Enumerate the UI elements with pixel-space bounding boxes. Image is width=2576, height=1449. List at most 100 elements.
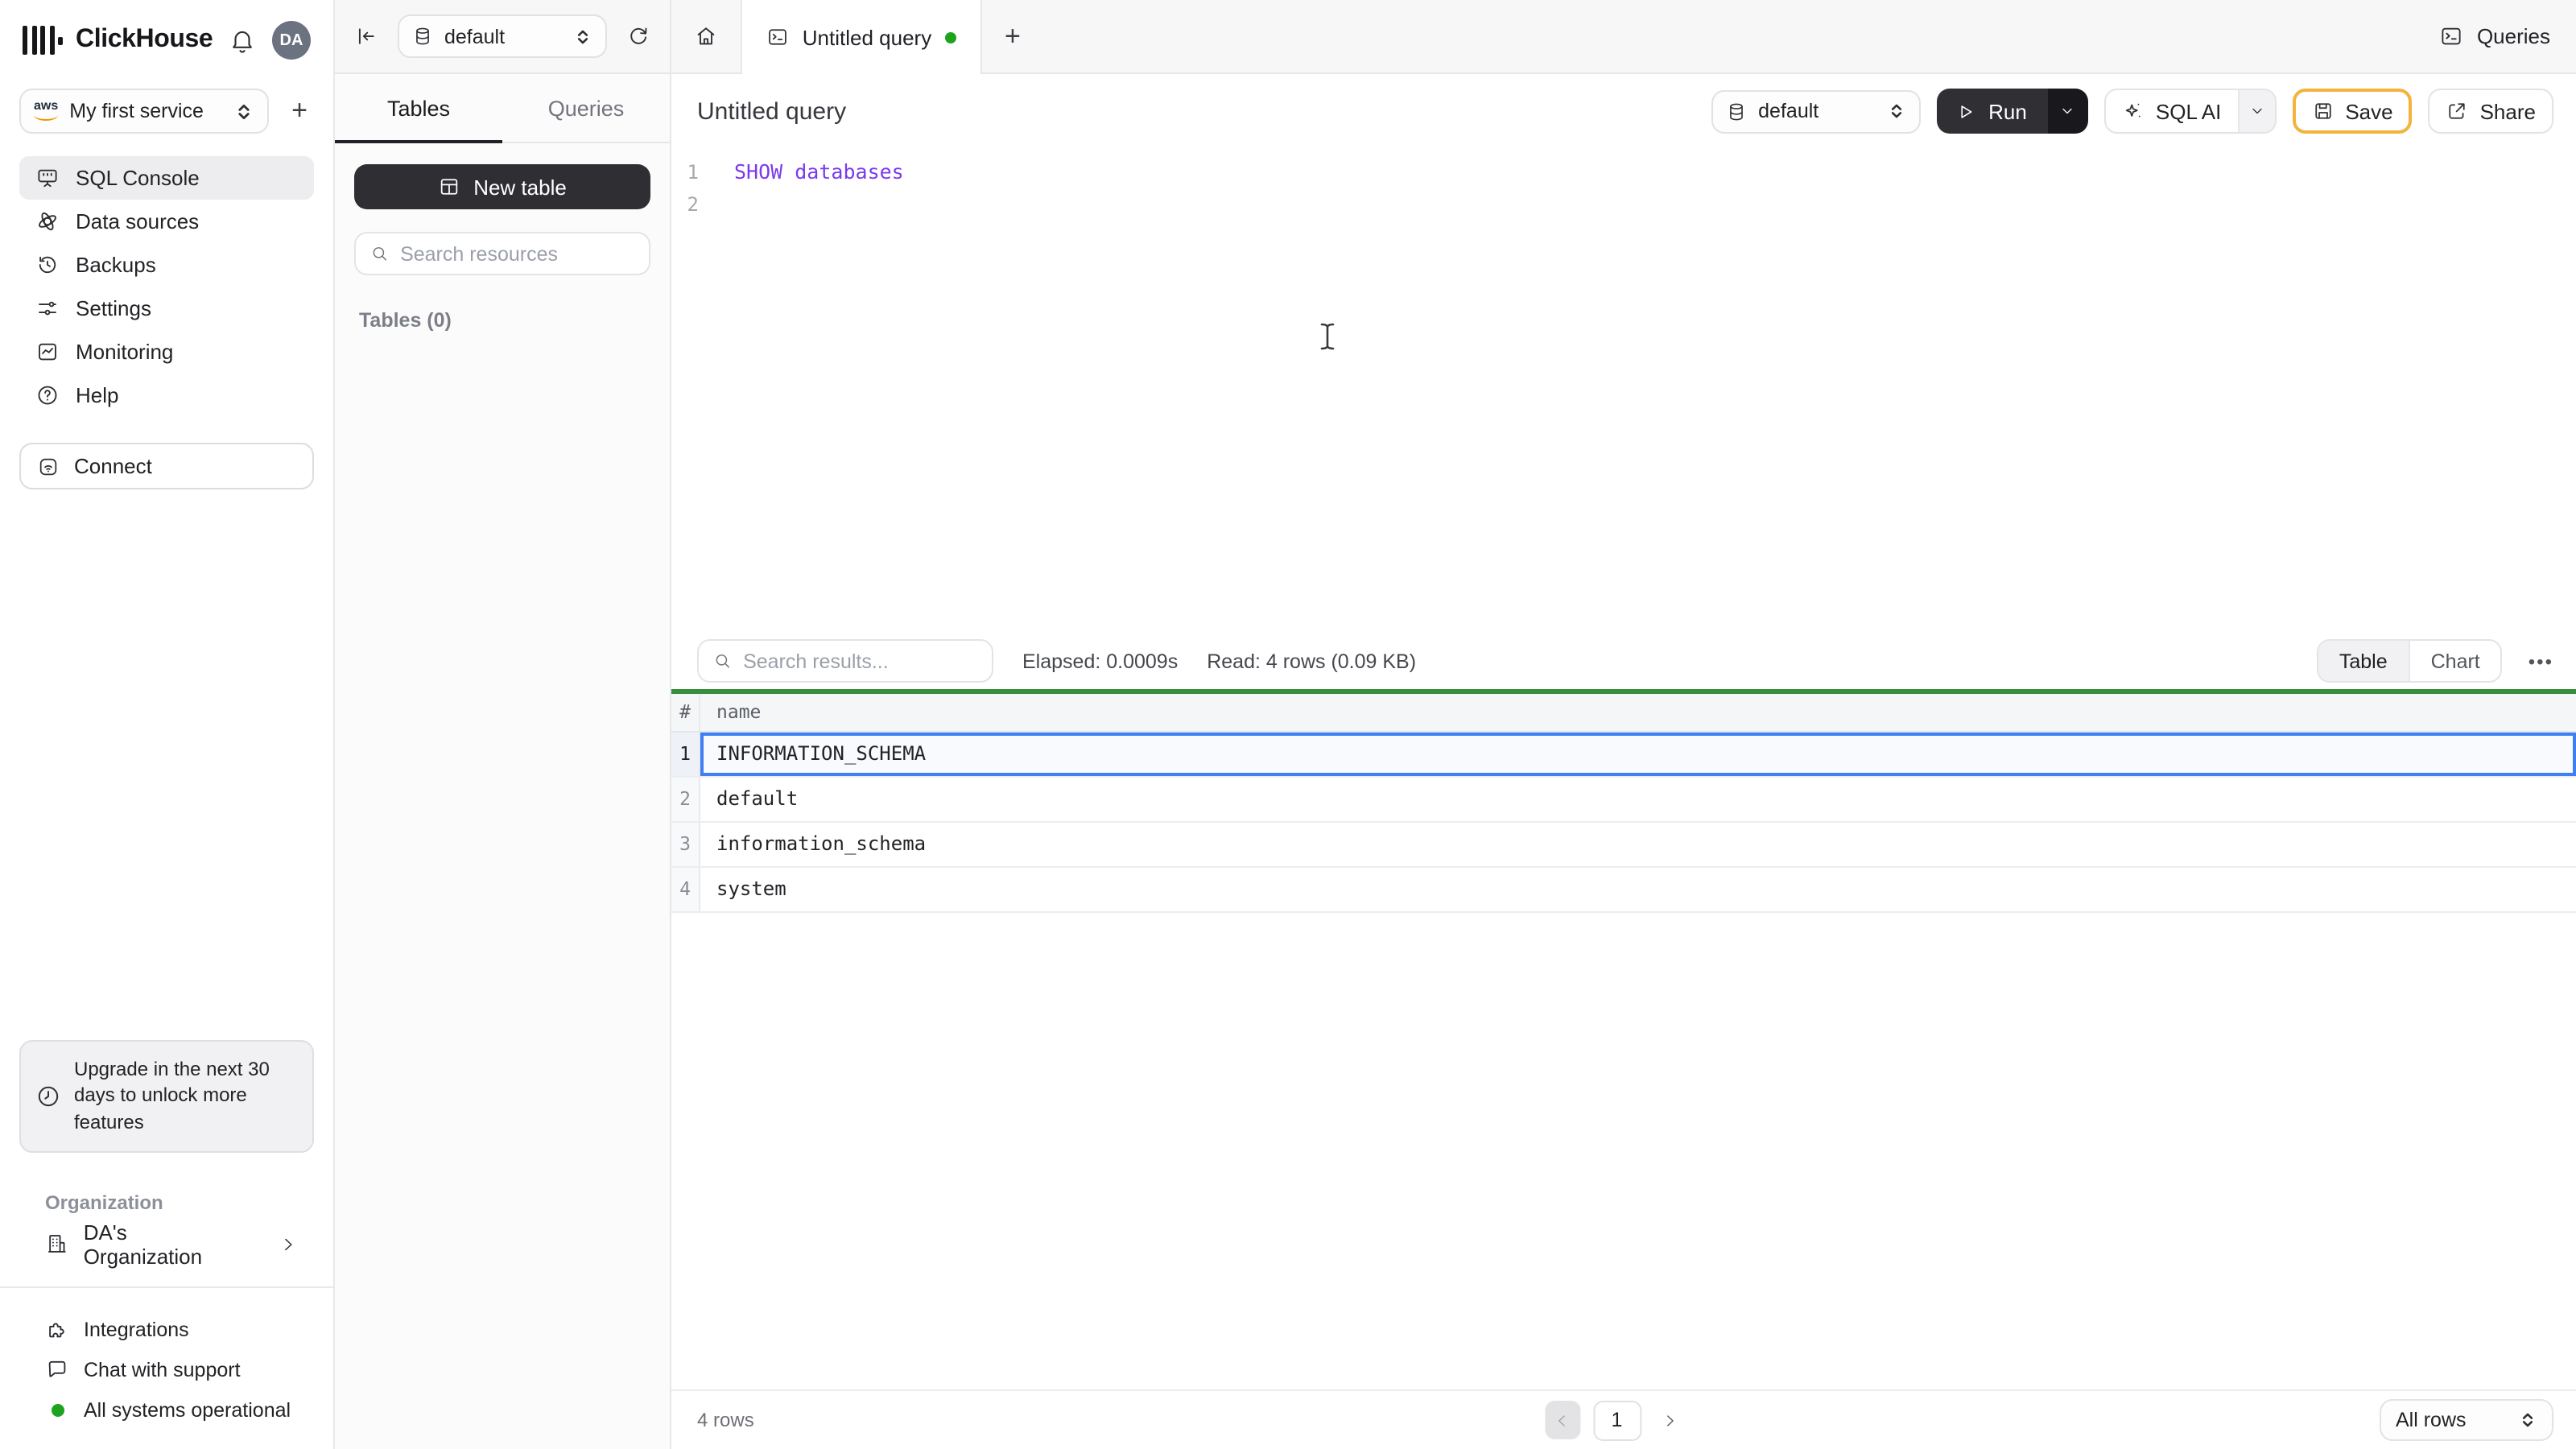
results-table: # name 1 INFORMATION_SCHEMA 2 default 3 … bbox=[671, 693, 2576, 912]
chevron-right-icon bbox=[285, 1237, 292, 1250]
cell-name-value[interactable]: information_schema bbox=[700, 822, 2576, 865]
home-button[interactable] bbox=[671, 24, 741, 48]
sidebar-item-help[interactable]: Help bbox=[19, 374, 314, 417]
next-page-button[interactable] bbox=[1653, 1401, 1686, 1439]
unsaved-changes-dot-icon bbox=[944, 31, 956, 43]
sidebar-item-sql-console[interactable]: SQL Console bbox=[19, 156, 314, 200]
chevron-updown-icon bbox=[2522, 1413, 2533, 1427]
results-search[interactable] bbox=[697, 639, 993, 683]
search-icon bbox=[716, 654, 729, 668]
new-query-tab-button[interactable]: + bbox=[1005, 20, 1021, 52]
table-row[interactable]: 1 INFORMATION_SCHEMA bbox=[671, 732, 2576, 777]
brand-title: ClickHouse bbox=[76, 26, 213, 53]
column-header-name[interactable]: name bbox=[700, 700, 2576, 723]
sql-ai-split-button: SQL AI bbox=[2103, 89, 2277, 134]
connect-button[interactable]: Connect bbox=[19, 443, 314, 489]
queries-button[interactable]: Queries bbox=[2440, 24, 2550, 48]
sql-editor[interactable]: 1 SHOW databases 2 bbox=[671, 148, 2576, 634]
chevron-updown-icon bbox=[1892, 104, 1902, 118]
page-size-selector[interactable]: All rows bbox=[2380, 1399, 2553, 1441]
resource-search-input[interactable] bbox=[400, 242, 634, 265]
database-icon bbox=[1730, 102, 1744, 120]
play-icon bbox=[1961, 105, 1972, 118]
status-green-dot-icon bbox=[51, 1403, 64, 1416]
chat-support-link[interactable]: Chat with support bbox=[0, 1349, 333, 1389]
chevron-left-icon bbox=[1558, 1414, 1565, 1426]
sql-code-line: SHOW databases bbox=[734, 159, 904, 184]
results-view-toggle: Table Chart bbox=[2316, 639, 2503, 683]
explorer-topbar: default bbox=[335, 0, 670, 74]
chat-bubble-icon bbox=[48, 1360, 66, 1377]
notifications-bell-icon[interactable] bbox=[229, 27, 256, 54]
connect-icon bbox=[39, 457, 57, 475]
current-page-button[interactable]: 1 bbox=[1592, 1400, 1641, 1440]
main-area: Untitled query + Queries Untitled query bbox=[671, 0, 2576, 1449]
refresh-button[interactable] bbox=[626, 24, 650, 48]
organization-building-icon bbox=[48, 1235, 66, 1253]
share-button[interactable]: Share bbox=[2428, 89, 2553, 134]
query-editor-header: Untitled query default Run SQL AI Save S… bbox=[671, 74, 2576, 148]
puzzle-icon bbox=[49, 1323, 64, 1338]
system-status[interactable]: All systems operational bbox=[0, 1389, 333, 1430]
prev-page-button[interactable] bbox=[1544, 1401, 1580, 1439]
results-search-input[interactable] bbox=[743, 650, 977, 672]
explorer-panel: default Tables Queries New table Search … bbox=[335, 0, 671, 1449]
table-row[interactable]: 4 system bbox=[671, 867, 2576, 912]
resource-search[interactable] bbox=[354, 232, 650, 275]
database-selector[interactable]: default bbox=[398, 14, 607, 58]
sidebar-item-monitoring[interactable]: Monitoring bbox=[19, 330, 314, 374]
query-title[interactable]: Untitled query bbox=[697, 97, 1711, 125]
cell-name-value[interactable]: INFORMATION_SCHEMA bbox=[700, 732, 2576, 775]
table-row[interactable]: 3 information_schema bbox=[671, 822, 2576, 867]
sql-ai-options-button[interactable] bbox=[2237, 90, 2275, 132]
chevron-down-icon bbox=[2063, 108, 2073, 114]
read-stat: Read: 4 rows (0.09 KB) bbox=[1207, 650, 1417, 672]
sidebar-item-data-sources[interactable]: Data sources bbox=[19, 200, 314, 243]
upgrade-notice[interactable]: Upgrade in the next 30 days to unlock mo… bbox=[19, 1039, 314, 1153]
active-query-tab[interactable]: Untitled query bbox=[741, 0, 982, 74]
new-table-button[interactable]: New table bbox=[354, 164, 650, 209]
results-table-header: # name bbox=[671, 693, 2576, 732]
terminal-icon bbox=[2442, 27, 2462, 45]
view-chart-option[interactable]: Chart bbox=[2410, 641, 2501, 681]
run-button[interactable]: Run bbox=[1937, 89, 2048, 134]
chevron-updown-icon bbox=[577, 29, 588, 43]
tab-queries[interactable]: Queries bbox=[502, 74, 670, 142]
sql-ai-button[interactable]: SQL AI bbox=[2106, 99, 2237, 123]
save-button[interactable]: Save bbox=[2292, 89, 2413, 134]
share-external-icon bbox=[2449, 103, 2466, 119]
cell-name-value[interactable]: system bbox=[700, 867, 2576, 910]
chevron-right-icon bbox=[1667, 1414, 1674, 1426]
chevron-down-icon bbox=[2252, 108, 2261, 114]
tab-tables[interactable]: Tables bbox=[335, 74, 502, 143]
results-more-button[interactable]: ••• bbox=[2529, 650, 2553, 672]
table-row[interactable]: 2 default bbox=[671, 777, 2576, 822]
line-number: 1 bbox=[687, 161, 699, 184]
save-floppy-icon bbox=[2314, 103, 2330, 119]
user-avatar[interactable]: DA bbox=[272, 21, 311, 60]
explorer-tabs: Tables Queries bbox=[335, 74, 670, 143]
integrations-link[interactable]: Integrations bbox=[0, 1309, 333, 1349]
run-split-button: Run bbox=[1937, 89, 2088, 134]
organization-selector[interactable]: DA's Organization bbox=[19, 1220, 314, 1268]
elapsed-stat: Elapsed: 0.0009s bbox=[1022, 650, 1179, 672]
help-icon bbox=[38, 386, 57, 405]
home-icon bbox=[697, 27, 715, 45]
chevron-updown-icon bbox=[238, 103, 250, 119]
cell-name-value[interactable]: default bbox=[700, 777, 2576, 820]
results-toolbar: Elapsed: 0.0009s Read: 4 rows (0.09 KB) … bbox=[671, 634, 2576, 688]
sidebar-item-settings[interactable]: Settings bbox=[19, 287, 314, 330]
service-selector[interactable]: aws My first service bbox=[19, 89, 269, 134]
table-grid-icon bbox=[440, 179, 458, 195]
sidebar-item-backups[interactable]: Backups bbox=[19, 243, 314, 287]
sql-code-line bbox=[713, 188, 734, 221]
run-options-button[interactable] bbox=[2047, 89, 2088, 134]
collapse-sidebar-button[interactable] bbox=[354, 24, 378, 48]
query-database-selector[interactable]: default bbox=[1711, 89, 1922, 133]
add-service-button[interactable]: + bbox=[285, 95, 314, 127]
clock-icon bbox=[38, 1086, 59, 1106]
data-sources-icon bbox=[39, 212, 56, 231]
terminal-icon bbox=[769, 29, 787, 45]
view-table-option[interactable]: Table bbox=[2318, 641, 2410, 681]
sql-console-icon bbox=[38, 169, 57, 188]
